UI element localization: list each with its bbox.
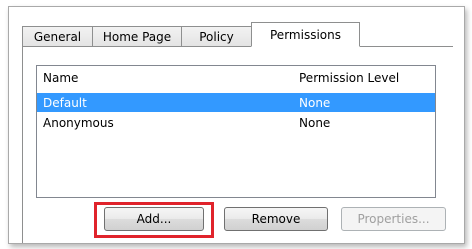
list-item[interactable]: Anonymous None [37,113,435,132]
properties-button: Properties... [341,207,446,231]
tab-general-label: General [33,30,82,44]
add-button[interactable]: Add... [104,207,204,231]
tab-general[interactable]: General [22,26,93,47]
tab-home-page-label: Home Page [102,30,172,44]
permissions-list[interactable]: Name Permission Level Default None Anony… [36,65,436,198]
tab-policy-label: Policy [199,30,234,44]
column-header-name[interactable]: Name [43,71,78,85]
list-item-name: Anonymous [43,115,114,130]
column-header-permission-level[interactable]: Permission Level [299,71,399,85]
tab-home-page[interactable]: Home Page [92,26,182,47]
remove-button-label: Remove [251,212,301,226]
list-item-name: Default [43,95,87,110]
tab-permissions[interactable]: Permissions [251,22,360,47]
properties-button-label: Properties... [357,212,430,226]
list-item-level: None [299,95,331,110]
list-header: Name Permission Level [37,66,435,90]
list-item-level: None [299,115,331,130]
remove-button[interactable]: Remove [224,207,328,231]
tab-permissions-label: Permissions [270,27,341,42]
list-item[interactable]: Default None [37,93,435,112]
tab-policy[interactable]: Policy [181,26,252,47]
add-button-label: Add... [136,212,172,226]
